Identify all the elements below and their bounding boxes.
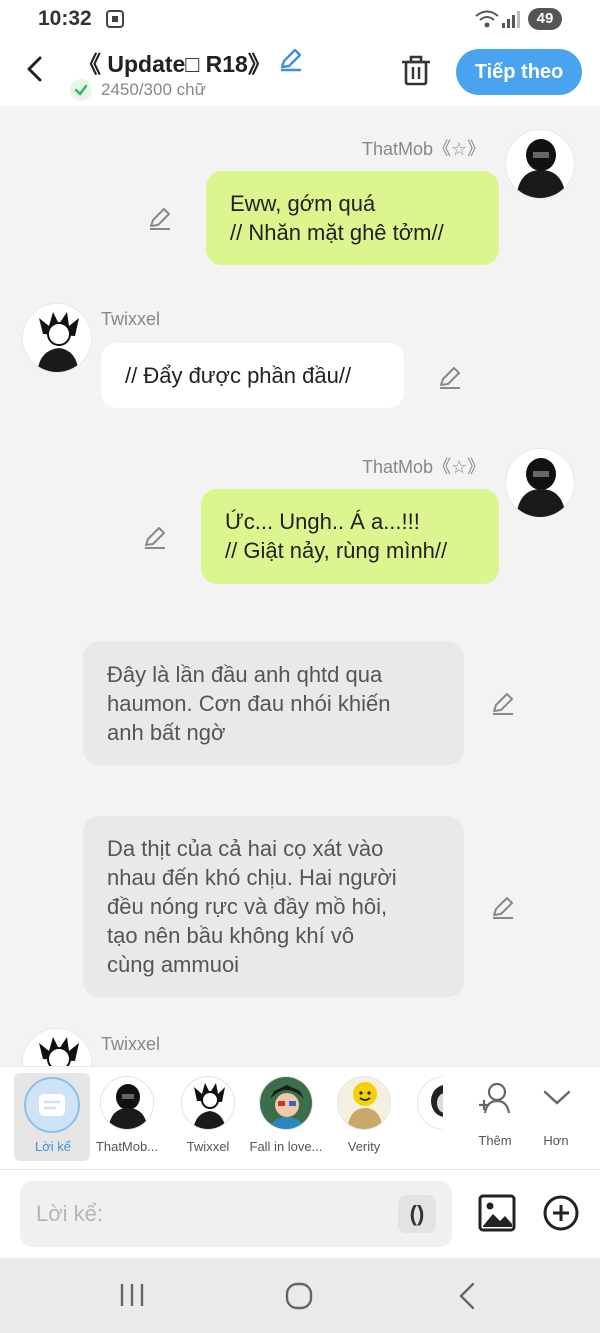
narration-line: đều nóng rực và đầy mồ hôi, <box>107 894 388 919</box>
character-narration[interactable]: Lời kể <box>14 1073 90 1161</box>
chat-area[interactable]: ThatMob《☆》 Eww, gớm quá // Nhăn mặt ghê … <box>0 106 600 1066</box>
home-icon[interactable] <box>285 1282 313 1315</box>
character-label: ThatMob... <box>95 1139 159 1154</box>
system-nav-bar <box>0 1258 600 1333</box>
edit-message-icon[interactable] <box>490 894 516 920</box>
edit-message-icon[interactable] <box>437 364 463 390</box>
add-circle-icon[interactable] <box>542 1194 580 1237</box>
narration-line: nhau đến khó chịu. Hai người <box>107 865 397 890</box>
message-bubble[interactable]: // Đẩy được phần đầu// <box>101 343 404 408</box>
battery-indicator: 49 <box>528 8 562 30</box>
edit-message-icon[interactable] <box>490 690 516 716</box>
avatar-twixxel[interactable] <box>22 303 92 373</box>
message-line: Ức... Ungh.. Á a...!!! <box>225 509 420 534</box>
screenshot-icon <box>104 8 126 35</box>
avatar-twixxel <box>181 1076 235 1130</box>
action-parentheses-button[interactable]: () <box>398 1195 436 1233</box>
word-count: 2450/300 chữ <box>101 80 206 99</box>
avatar-twixxel[interactable] <box>22 1028 92 1066</box>
composer-bar: Lời kể: () <box>0 1170 600 1258</box>
character-label: Verity <box>347 1139 381 1154</box>
character-twixxel[interactable]: Twixxel <box>169 1067 247 1167</box>
next-button[interactable]: Tiếp theo <box>456 49 582 95</box>
chevron-down-icon <box>542 1087 572 1112</box>
image-icon[interactable] <box>478 1194 516 1237</box>
recent-apps-icon[interactable] <box>118 1282 146 1313</box>
edit-message-icon[interactable] <box>142 524 168 550</box>
sender-name: Twixxel <box>101 309 161 329</box>
add-character-label: Thêm <box>478 1133 512 1148</box>
avatar-verity <box>337 1076 391 1130</box>
status-bar: 10:32 49 <box>0 0 600 40</box>
character-label: Fall in love... <box>249 1139 323 1154</box>
narration-line: tạo nên bầu không khí vô <box>107 923 355 948</box>
sender-name: ThatMob《☆》 <box>362 457 486 477</box>
edit-title-icon[interactable] <box>278 46 304 77</box>
message-line: // Nhăn mặt ghê tởm// <box>230 220 444 245</box>
add-user-icon <box>477 1081 513 1120</box>
message-line: // Đẩy được phần đầu// <box>125 363 352 388</box>
message-line: // Giật nảy, rùng mình// <box>225 538 448 563</box>
avatar-thatmob[interactable] <box>505 129 575 199</box>
character-thatmob[interactable]: ThatMob... <box>88 1067 166 1167</box>
add-character-button[interactable]: Thêm <box>465 1067 525 1167</box>
message-input[interactable]: Lời kể: () <box>20 1181 452 1247</box>
avatar-thatmob[interactable] <box>505 448 575 518</box>
narration-line: anh bất ngờ <box>107 720 226 745</box>
message-bubble[interactable]: Eww, gớm quá // Nhăn mặt ghê tởm// <box>206 171 499 265</box>
back-nav-icon[interactable] <box>455 1282 479 1315</box>
message-bubble[interactable]: Ức... Ungh.. Á a...!!! // Giật nảy, rùng… <box>201 489 499 584</box>
character-label: Lời kể <box>35 1139 71 1154</box>
wifi-icon <box>474 8 500 35</box>
narration-line: Da thịt của cả hai cọ xát vào <box>107 836 384 861</box>
back-arrow-icon[interactable] <box>22 54 48 89</box>
narration-icon <box>24 1077 80 1133</box>
more-label: Hơn <box>543 1133 569 1148</box>
sender-name: Twixxel <box>101 1034 161 1054</box>
narration-line: haumon. Cơn đau nhói khiến <box>107 691 391 716</box>
top-header: 《 Update□ R18》 2450/300 chữ Tiếp theo <box>0 40 600 106</box>
more-button[interactable]: Hơn <box>526 1067 586 1167</box>
story-title[interactable]: 《 Update□ R18》 <box>78 45 271 79</box>
avatar-thatmob <box>100 1076 154 1130</box>
character-verity[interactable]: Verity <box>325 1067 403 1167</box>
trash-icon[interactable] <box>400 53 432 92</box>
status-time: 10:32 <box>38 7 92 30</box>
sender-name: ThatMob《☆》 <box>362 139 486 159</box>
avatar-partial <box>417 1076 443 1130</box>
character-selector: Lời kể ThatMob... Twixxel Fall in love..… <box>0 1066 600 1170</box>
avatar-fall-in-love <box>259 1076 313 1130</box>
narration-bubble[interactable]: Da thịt của cả hai cọ xát vào nhau đến k… <box>83 816 464 997</box>
narration-bubble[interactable]: Đây là lần đầu anh qhtd qua haumon. Cơn … <box>83 641 464 765</box>
input-placeholder: Lời kể: <box>36 1201 104 1226</box>
signal-icon <box>500 8 522 35</box>
narration-line: Đây là lần đầu anh qhtd qua <box>107 662 383 687</box>
narration-line: cùng ammuoi <box>107 952 240 977</box>
character-fall-in-love[interactable]: Fall in love... <box>247 1067 325 1167</box>
character-partial[interactable] <box>403 1067 443 1167</box>
character-label: Twixxel <box>186 1139 230 1154</box>
check-icon <box>70 79 92 101</box>
message-line: Eww, gớm quá <box>230 191 376 216</box>
edit-message-icon[interactable] <box>147 205 173 231</box>
